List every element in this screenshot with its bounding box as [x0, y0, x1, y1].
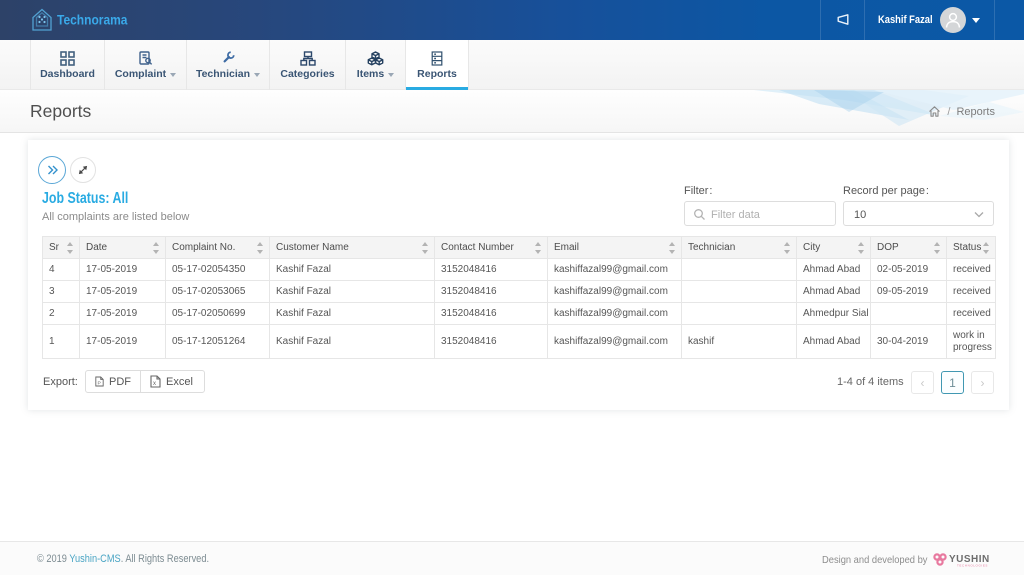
svg-text:x: x: [153, 381, 156, 387]
svg-text:P: P: [97, 380, 100, 386]
svg-text:TECHNOLOGIES: TECHNOLOGIES: [957, 564, 988, 568]
